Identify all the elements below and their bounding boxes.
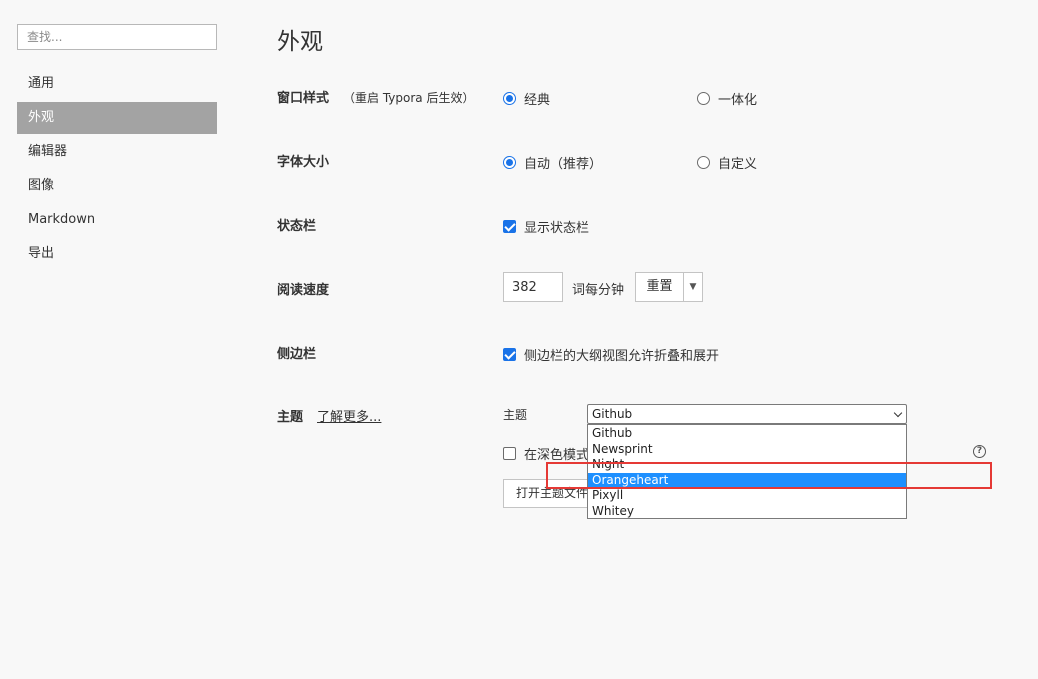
dark-mode-label: 在深色模式 [524, 448, 590, 463]
search-input[interactable] [17, 24, 217, 50]
theme-select-value: Github [592, 407, 633, 421]
window-style-classic-radio[interactable]: 经典 [503, 89, 550, 108]
theme-option-pixyll[interactable]: Pixyll [588, 488, 906, 504]
checkbox-unchecked-icon [503, 447, 516, 460]
theme-option-night[interactable]: Night [588, 457, 906, 473]
help-icon[interactable]: ? [973, 445, 986, 458]
font-size-custom-label: 自定义 [718, 157, 758, 172]
font-size-label: 字体大小 [277, 155, 330, 170]
status-bar-label: 状态栏 [277, 219, 317, 234]
outline-collapse-label: 侧边栏的大纲视图允许折叠和展开 [524, 349, 720, 364]
radio-unchecked-icon [697, 156, 710, 169]
checkbox-checked-icon [503, 220, 516, 233]
window-style-label: 窗口样式 （重启 Typora 后生效） [277, 87, 474, 106]
checkbox-checked-icon [503, 348, 516, 361]
theme-option-orangeheart[interactable]: Orangeheart [588, 472, 906, 488]
sidebar-item-markdown[interactable]: Markdown [17, 204, 217, 236]
theme-select[interactable]: Github [587, 404, 907, 424]
theme-label-text: 主题 [277, 410, 304, 425]
theme-option-newsprint[interactable]: Newsprint [588, 442, 906, 458]
radio-checked-icon [503, 92, 516, 105]
theme-label: 主题 了解更多... [277, 406, 381, 425]
window-style-unified-label: 一体化 [718, 93, 758, 108]
font-size-auto-label: 自动（推荐） [524, 157, 603, 172]
reading-speed-input[interactable] [503, 272, 563, 302]
font-size-auto-radio[interactable]: 自动（推荐） [503, 153, 602, 172]
reading-speed-label: 阅读速度 [277, 283, 330, 298]
theme-dropdown-list: Github Newsprint Night Orangeheart Pixyl… [587, 424, 907, 519]
radio-unchecked-icon [697, 92, 710, 105]
window-style-label-text: 窗口样式 [277, 91, 330, 106]
sidebar-item-editor[interactable]: 编辑器 [17, 136, 217, 168]
theme-sub-label: 主题 [503, 408, 528, 422]
theme-option-whitey[interactable]: Whitey [588, 504, 906, 520]
open-theme-folder-button[interactable]: 打开主题文件夹 [503, 479, 587, 508]
caret-down-icon[interactable]: ▼ [684, 273, 702, 301]
show-status-bar-checkbox[interactable]: 显示状态栏 [503, 217, 589, 236]
sidebar-item-export[interactable]: 导出 [17, 238, 217, 270]
theme-option-github[interactable]: Github [588, 426, 906, 442]
reset-button-group: 重置 ▼ [635, 272, 703, 302]
sidebar-item-appearance[interactable]: 外观 [17, 102, 217, 134]
window-style-unified-radio[interactable]: 一体化 [697, 89, 757, 108]
show-status-bar-label: 显示状态栏 [524, 221, 590, 236]
window-style-hint: （重启 Typora 后生效） [343, 91, 475, 105]
dark-mode-checkbox[interactable]: 在深色模式 [503, 444, 589, 463]
outline-collapse-checkbox[interactable]: 侧边栏的大纲视图允许折叠和展开 [503, 345, 719, 364]
page-title: 外观 [277, 29, 323, 55]
radio-checked-icon [503, 156, 516, 169]
sidebar-section-label: 侧边栏 [277, 347, 317, 362]
learn-more-link[interactable]: 了解更多... [317, 410, 381, 425]
reset-button[interactable]: 重置 [636, 273, 684, 301]
sidebar-item-image[interactable]: 图像 [17, 170, 217, 202]
font-size-custom-radio[interactable]: 自定义 [697, 153, 757, 172]
reading-speed-unit: 词每分钟 [572, 283, 625, 298]
sidebar-nav: 通用 外观 编辑器 图像 Markdown 导出 [17, 68, 217, 272]
chevron-down-icon [893, 408, 903, 418]
window-style-classic-label: 经典 [524, 93, 551, 108]
sidebar-item-general[interactable]: 通用 [17, 68, 217, 100]
